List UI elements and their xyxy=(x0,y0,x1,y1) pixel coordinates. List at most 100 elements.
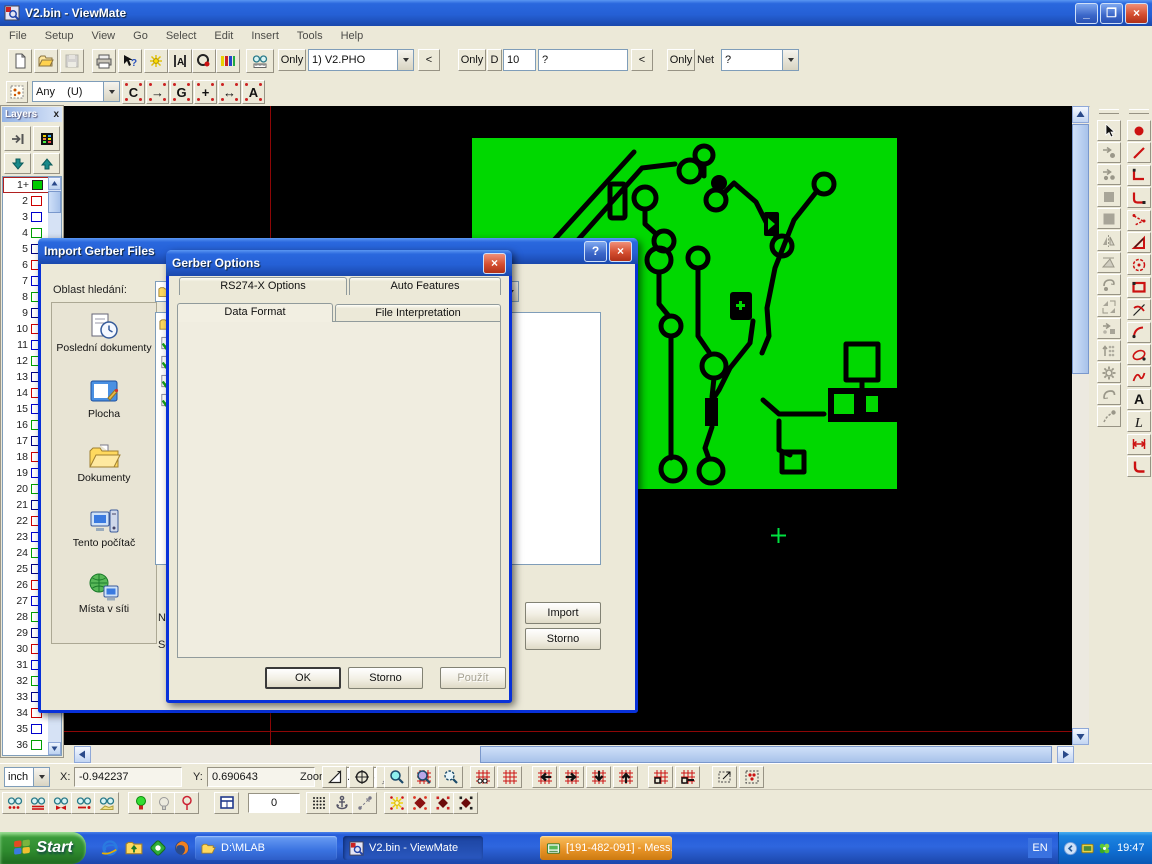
tray-card-icon[interactable] xyxy=(1080,841,1095,856)
grid-pan-left-button[interactable] xyxy=(532,766,557,788)
maximize-button[interactable]: ❐ xyxy=(1100,3,1123,24)
menu-select[interactable]: Select xyxy=(157,28,206,44)
draw-text-a-button[interactable]: A xyxy=(1127,389,1151,410)
place-network-places[interactable]: Místa v síti xyxy=(52,572,156,615)
glasses-bowtie-button[interactable] xyxy=(48,792,73,814)
save-button[interactable] xyxy=(60,49,84,73)
quicklaunch-ie[interactable] xyxy=(100,838,120,858)
dcode-input[interactable]: 10 xyxy=(503,49,536,71)
layer-swatch[interactable] xyxy=(32,180,43,190)
only-dcode-button[interactable]: Only xyxy=(458,49,486,71)
color-bars-button[interactable] xyxy=(216,49,240,73)
glasses-dots-button[interactable] xyxy=(2,792,27,814)
layer-swatch[interactable] xyxy=(31,196,42,206)
scroll-left-button[interactable] xyxy=(74,746,91,763)
place-my-computer[interactable]: Tento počítač xyxy=(52,506,156,549)
tab-rs274-x-options[interactable]: RS274-X Options xyxy=(179,277,347,295)
glasses-ruler-button[interactable] xyxy=(246,49,274,73)
quicklaunch-folder-up[interactable] xyxy=(124,838,144,858)
grid-pan-down-button[interactable] xyxy=(586,766,611,788)
gerber-options-titlebar[interactable]: Gerber Options × xyxy=(166,250,512,276)
language-indicator[interactable]: EN xyxy=(1028,838,1052,858)
gerber-options-close-button[interactable]: × xyxy=(483,253,506,274)
angle-measure-button[interactable] xyxy=(322,766,347,788)
paste-move-button[interactable] xyxy=(1097,318,1121,339)
draw-polyline-button[interactable] xyxy=(1127,165,1151,186)
rotate-lasso-button[interactable] xyxy=(1097,274,1121,295)
only-layer-button[interactable]: Only xyxy=(278,49,306,71)
select-filter-arrow[interactable] xyxy=(103,82,119,101)
pick-point-button[interactable] xyxy=(1097,406,1121,427)
import-dialog-close-button[interactable]: × xyxy=(609,241,632,262)
mirror-button[interactable] xyxy=(1097,230,1121,251)
draw-pad-button[interactable] xyxy=(1127,120,1151,141)
step-repeat-button[interactable] xyxy=(1097,340,1121,361)
circle-red-button[interactable] xyxy=(192,49,216,73)
menu-insert[interactable]: Insert xyxy=(242,28,288,44)
bulb-gray-button[interactable] xyxy=(151,792,176,814)
net-combo[interactable]: ? xyxy=(721,49,799,71)
draw-circle-button[interactable] xyxy=(1127,254,1151,275)
place-desktop[interactable]: Plocha xyxy=(52,377,156,420)
select-filter-combo[interactable]: Any (U) xyxy=(32,81,120,102)
square-fill-button[interactable] xyxy=(1097,186,1121,207)
prev-dcode-button[interactable]: < xyxy=(631,49,653,71)
draw-curve-button[interactable] xyxy=(1127,299,1151,320)
quicklaunch-firefox[interactable] xyxy=(172,838,192,858)
place-recent-docs[interactable]: Poslední dokumenty xyxy=(52,311,156,354)
layer-combo-arrow[interactable] xyxy=(397,50,413,70)
pad-flash-red-button[interactable] xyxy=(407,792,432,814)
settings-gear-button[interactable] xyxy=(1097,362,1121,383)
magnifier-cyan-button[interactable] xyxy=(384,766,409,788)
move-layer-button[interactable] xyxy=(4,126,31,151)
layer-scroll-down[interactable] xyxy=(48,742,61,755)
move-points-button[interactable] xyxy=(1097,164,1121,185)
dashed-arrow-button[interactable] xyxy=(352,792,377,814)
glasses-lines-button[interactable] xyxy=(25,792,50,814)
window-grid-button[interactable] xyxy=(214,792,239,814)
magnifier-grid-button[interactable] xyxy=(411,766,436,788)
shear-button[interactable] xyxy=(1097,252,1121,273)
scroll-right-button[interactable] xyxy=(1057,746,1074,763)
net-combo-arrow[interactable] xyxy=(782,50,798,70)
origin-target-button[interactable] xyxy=(349,766,374,788)
unit-combo-arrow[interactable] xyxy=(33,768,49,786)
task-2[interactable]: [191-482-091] - Mess... xyxy=(540,836,672,860)
counter-box[interactable]: 0 xyxy=(248,793,300,813)
dcode-query-input[interactable]: ? xyxy=(538,49,628,71)
draw-line-button[interactable] xyxy=(1127,142,1151,163)
draw-arc-button[interactable] xyxy=(1127,322,1151,343)
prev-layer-button[interactable]: < xyxy=(418,49,440,71)
quicklaunch-green-app[interactable] xyxy=(148,838,168,858)
marker-balloon-button[interactable] xyxy=(174,792,199,814)
storno-button[interactable]: Storno xyxy=(348,667,423,689)
grid-block-edit-button[interactable] xyxy=(675,766,700,788)
layer-scroll-thumb[interactable] xyxy=(48,191,61,213)
select-area-dots-button[interactable] xyxy=(739,766,764,788)
draw-triangle-button[interactable] xyxy=(1127,232,1151,253)
draw-elbow-button[interactable] xyxy=(1127,187,1151,208)
select-area-move-button[interactable] xyxy=(712,766,737,788)
draw-ellipse-button[interactable] xyxy=(1127,344,1151,365)
move-down-button[interactable] xyxy=(4,153,31,174)
scroll-down-button[interactable] xyxy=(1072,728,1089,745)
unit-combo[interactable]: inch xyxy=(4,767,50,787)
vertical-scrollbar-thumb[interactable] xyxy=(1072,124,1089,374)
tab-data-format[interactable]: Data Format xyxy=(177,303,333,322)
minimize-button[interactable]: _ xyxy=(1075,3,1098,24)
letter-button-4[interactable]: ↔ xyxy=(218,80,241,104)
move-point-button[interactable] xyxy=(1097,142,1121,163)
glasses-pad-button[interactable] xyxy=(94,792,119,814)
anchor-button[interactable] xyxy=(329,792,354,814)
task-1[interactable]: V2.bin - ViewMate xyxy=(343,836,483,860)
letter-button-3[interactable]: + xyxy=(194,80,217,104)
glasses-underline-button[interactable] xyxy=(71,792,96,814)
layer-swatch[interactable] xyxy=(31,212,42,222)
magnifier-dashed-button[interactable] xyxy=(438,766,463,788)
menu-edit[interactable]: Edit xyxy=(205,28,242,44)
caliper-button[interactable]: A xyxy=(168,49,192,73)
grid-points-button[interactable] xyxy=(470,766,495,788)
tab-file-interpretation[interactable]: File Interpretation xyxy=(335,304,501,322)
draw-dimension-button[interactable] xyxy=(1127,434,1151,455)
grid-pan-up-button[interactable] xyxy=(613,766,638,788)
